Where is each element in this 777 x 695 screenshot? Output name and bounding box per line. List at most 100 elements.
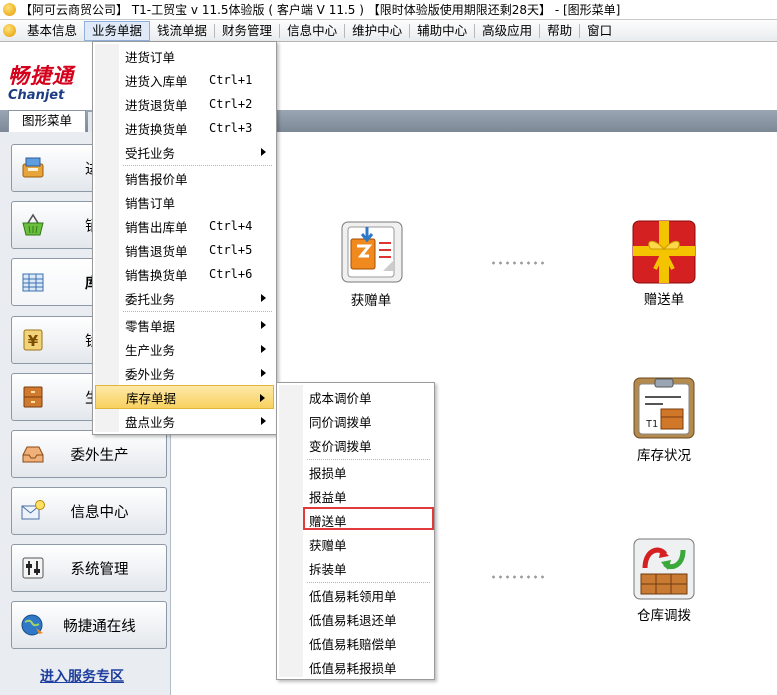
menu-finance[interactable]: 财务管理 bbox=[215, 21, 279, 41]
menu-item-sales-return[interactable]: 销售退货单 Ctrl+5 bbox=[95, 238, 274, 262]
menu-item-purchase-exchange[interactable]: 进货换货单 Ctrl+3 bbox=[95, 116, 274, 140]
menu-item-label: 低值易耗赔偿单 bbox=[309, 636, 397, 652]
sidebar-item-system-admin[interactable]: 系统管理 bbox=[11, 544, 167, 592]
submenu-item-gift-in[interactable]: 获赠单 bbox=[279, 532, 432, 556]
title-bar: 【阿可云商贸公司】 T1-工贸宝 v 11.5体验版 ( 客户端 V 11.5 … bbox=[0, 0, 777, 20]
menu-info-center[interactable]: 信息中心 bbox=[280, 21, 344, 41]
menu-item-retail[interactable]: 零售单据 bbox=[95, 313, 274, 337]
menu-item-label: 进货换货单 bbox=[125, 121, 188, 137]
menu-item-sales-delivery[interactable]: 销售出库单 Ctrl+4 bbox=[95, 214, 274, 238]
menu-item-shortcut: Ctrl+2 bbox=[209, 97, 253, 111]
submenu-item-assembly[interactable]: 拆装单 bbox=[279, 556, 432, 580]
submenu-arrow-icon bbox=[261, 345, 266, 353]
menu-item-label: 销售出库单 bbox=[125, 219, 188, 235]
menu-advanced[interactable]: 高级应用 bbox=[475, 21, 539, 41]
menu-item-outsourcing[interactable]: 委外业务 bbox=[95, 361, 274, 385]
menu-item-stocktaking[interactable]: 盘点业务 bbox=[95, 409, 274, 433]
warehouse-transfer-icon[interactable] bbox=[631, 536, 697, 602]
submenu-item-consumable-loss[interactable]: 低值易耗报损单 bbox=[279, 655, 432, 679]
menu-item-purchase-order[interactable]: 进货订单 bbox=[95, 44, 274, 68]
submenu-item-loss-report[interactable]: 报损单 bbox=[279, 460, 432, 484]
cabinet-icon bbox=[19, 383, 47, 411]
menu-item-purchase-return[interactable]: 进货退货单 Ctrl+2 bbox=[95, 92, 274, 116]
submenu-item-consumable-issue[interactable]: 低值易耗领用单 bbox=[279, 583, 432, 607]
menu-item-label: 低值易耗领用单 bbox=[309, 588, 397, 604]
app-icon bbox=[3, 3, 16, 16]
menu-assist[interactable]: 辅助中心 bbox=[410, 21, 474, 41]
menu-bar: 基本信息 业务单据 钱流单据 财务管理 信息中心 维护中心 辅助中心 高级应用 … bbox=[0, 20, 777, 42]
menu-item-sales-order[interactable]: 销售订单 bbox=[95, 190, 274, 214]
flow-connector bbox=[490, 261, 548, 265]
inventory-grid-icon bbox=[19, 268, 47, 296]
menu-item-sales-exchange[interactable]: 销售换货单 Ctrl+6 bbox=[95, 262, 274, 286]
menu-item-label: 委外业务 bbox=[125, 366, 176, 382]
gift-box-icon[interactable] bbox=[631, 219, 697, 285]
graph-node-label[interactable]: 仓库调拨 bbox=[614, 604, 714, 624]
submenu-item-gain-report[interactable]: 报益单 bbox=[279, 484, 432, 508]
tray-icon bbox=[19, 440, 47, 468]
menu-item-label: 低值易耗退还单 bbox=[309, 612, 397, 628]
menu-item-label: 销售报价单 bbox=[125, 171, 188, 187]
menu-item-label: 盘点业务 bbox=[125, 414, 176, 430]
menu-item-label: 报损单 bbox=[309, 465, 347, 481]
window-title: 【阿可云商贸公司】 T1-工贸宝 v 11.5体验版 ( 客户端 V 11.5 … bbox=[20, 3, 621, 17]
submenu-item-variable-price-transfer[interactable]: 变价调拨单 bbox=[279, 433, 432, 457]
menu-item-label: 同价调拨单 bbox=[309, 414, 372, 430]
menu-item-shortcut: Ctrl+6 bbox=[209, 267, 253, 281]
menu-item-inventory-documents[interactable]: 库存单据 bbox=[95, 385, 274, 409]
menu-item-label: 进货入库单 bbox=[125, 73, 188, 89]
sidebar-item-label: 畅捷通在线 bbox=[63, 618, 136, 635]
menu-item-sales-quote[interactable]: 销售报价单 bbox=[95, 166, 274, 190]
menu-item-label: 受托业务 bbox=[125, 145, 176, 161]
menu-item-purchase-receipt[interactable]: 进货入库单 Ctrl+1 bbox=[95, 68, 274, 92]
brand-logo: 畅捷通 Chanjet bbox=[8, 60, 98, 103]
menu-item-shortcut: Ctrl+4 bbox=[209, 219, 253, 233]
gift-receipt-icon[interactable] bbox=[339, 219, 405, 285]
menu-item-consigned-out[interactable]: 委托业务 bbox=[95, 286, 274, 310]
sidebar-item-outsourcing[interactable]: 委外生产 bbox=[11, 430, 167, 478]
submenu-item-same-price-transfer[interactable]: 同价调拨单 bbox=[279, 409, 432, 433]
inventory-clipboard-icon[interactable]: T1 bbox=[631, 375, 697, 441]
menu-window[interactable]: 窗口 bbox=[580, 21, 619, 41]
menu-item-label: 低值易耗报损单 bbox=[309, 660, 397, 676]
tab-graph-menu[interactable]: 图形菜单 bbox=[8, 110, 86, 132]
svg-text:¥: ¥ bbox=[28, 332, 39, 350]
menu-item-shortcut: Ctrl+1 bbox=[209, 73, 253, 87]
sidebar-item-info-center[interactable]: 信息中心 bbox=[11, 487, 167, 535]
menu-item-label: 进货退货单 bbox=[125, 97, 188, 113]
menu-item-label: 销售订单 bbox=[125, 195, 176, 211]
submenu-item-consumable-return[interactable]: 低值易耗退还单 bbox=[279, 607, 432, 631]
menu-maintenance[interactable]: 维护中心 bbox=[345, 21, 409, 41]
menu-cashflow-documents[interactable]: 钱流单据 bbox=[150, 21, 214, 41]
submenu-item-cost-adjustment[interactable]: 成本调价单 bbox=[279, 385, 432, 409]
app-menu-icon[interactable] bbox=[3, 24, 16, 37]
menu-item-production[interactable]: 生产业务 bbox=[95, 337, 274, 361]
menu-item-consigned-in[interactable]: 受托业务 bbox=[95, 140, 274, 164]
menu-item-shortcut: Ctrl+3 bbox=[209, 121, 253, 135]
service-zone-link[interactable]: 进入服务专区 bbox=[40, 666, 124, 686]
flow-connector bbox=[490, 575, 548, 579]
menu-item-label: 拆装单 bbox=[309, 561, 347, 577]
logo-english: Chanjet bbox=[8, 88, 65, 103]
menu-basic-info[interactable]: 基本信息 bbox=[20, 21, 84, 41]
purchase-cart-icon bbox=[19, 154, 47, 182]
menu-item-shortcut: Ctrl+5 bbox=[209, 243, 253, 257]
business-documents-menu: 进货订单 进货入库单 Ctrl+1 进货退货单 Ctrl+2 进货换货单 Ctr… bbox=[92, 41, 277, 435]
graph-node-label[interactable]: 赠送单 bbox=[614, 288, 714, 308]
sidebar-item-label: 系统管理 bbox=[70, 561, 129, 578]
globe-icon bbox=[19, 611, 47, 639]
submenu-arrow-icon bbox=[261, 294, 266, 302]
inventory-documents-submenu: 成本调价单 同价调拨单 变价调拨单 报损单 报益单 赠送单 获赠单 拆装单 低值… bbox=[276, 382, 435, 680]
menu-item-label: 获赠单 bbox=[309, 537, 347, 553]
sidebar-item-label: 委外生产 bbox=[70, 447, 129, 464]
graph-node-label[interactable]: 库存状况 bbox=[614, 444, 714, 464]
sliders-icon bbox=[19, 554, 47, 582]
graph-node-label[interactable]: 获赠单 bbox=[321, 289, 421, 309]
submenu-arrow-icon bbox=[260, 394, 265, 402]
sidebar-item-chanjet-online[interactable]: 畅捷通在线 bbox=[11, 601, 167, 649]
svg-text:T1: T1 bbox=[646, 419, 658, 430]
submenu-item-consumable-compensation[interactable]: 低值易耗赔偿单 bbox=[279, 631, 432, 655]
menu-business-documents[interactable]: 业务单据 bbox=[84, 20, 151, 41]
menu-help[interactable]: 帮助 bbox=[540, 21, 579, 41]
menu-item-label: 报益单 bbox=[309, 489, 347, 505]
